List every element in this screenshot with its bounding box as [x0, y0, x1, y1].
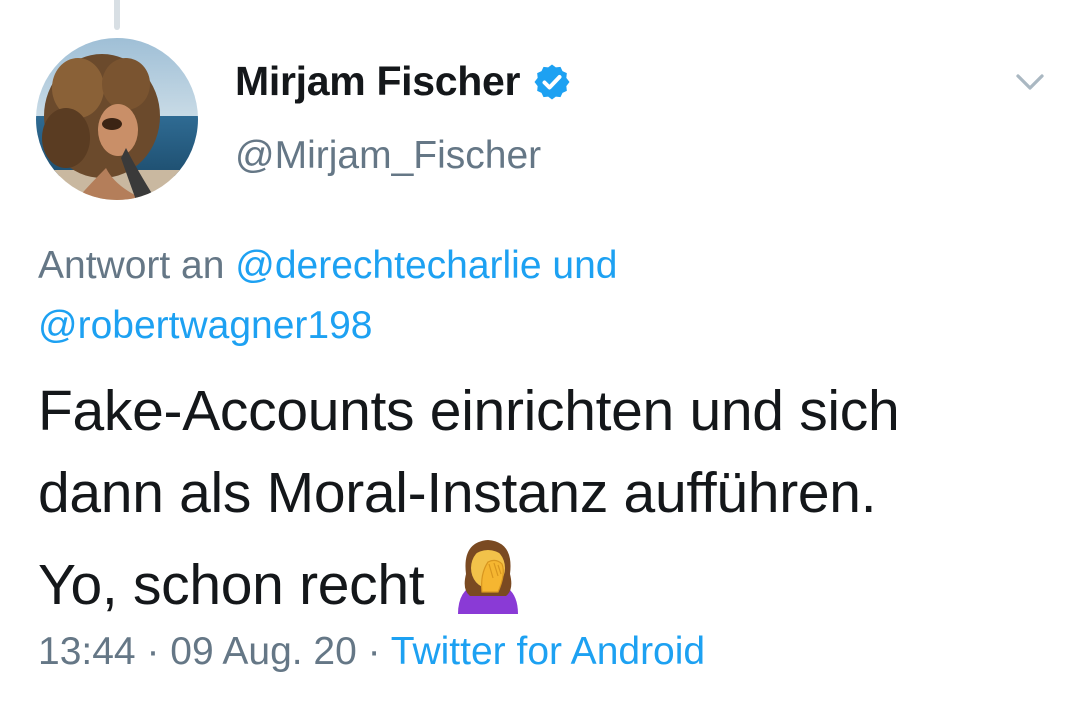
tweet-line-2: dann als Moral-Instanz aufführen. — [38, 461, 877, 525]
chevron-down-icon[interactable] — [1012, 64, 1048, 100]
tweet-line-3: Yo, schon recht — [38, 553, 425, 617]
tweet-time: 13:44 — [38, 630, 136, 673]
tweet-card: Mirjam Fischer @Mirjam_Fischer Antwort a… — [0, 0, 1080, 717]
meta-separator: · — [146, 630, 160, 673]
facepalm-woman-icon — [457, 540, 518, 614]
meta-separator: · — [367, 630, 381, 673]
author-name-row[interactable]: Mirjam Fischer — [235, 58, 572, 105]
avatar[interactable] — [36, 38, 198, 200]
verified-badge-icon — [534, 64, 570, 99]
user-handle[interactable]: @Mirjam_Fischer — [235, 134, 541, 178]
display-name[interactable]: Mirjam Fischer — [235, 58, 520, 105]
tweet-line-1: Fake-Accounts einrichten und sich — [38, 379, 900, 443]
reply-conjunction: und — [552, 244, 618, 287]
reply-mention-derechtecharlie[interactable]: @derechtecharlie — [235, 244, 541, 287]
reply-mention-robertwagner198[interactable]: @robertwagner198 — [38, 304, 372, 347]
reply-context: Antwort an @derechtecharlie und @robertw… — [38, 236, 938, 356]
tweet-meta: 13:44 · 09 Aug. 20 · Twitter for Android — [38, 630, 705, 674]
tweet-source-link[interactable]: Twitter for Android — [391, 630, 705, 673]
thread-connector-line — [114, 0, 120, 30]
reply-prefix: Antwort an — [38, 244, 225, 287]
avatar-photo — [36, 38, 198, 200]
tweet-text: Fake-Accounts einrichten und sich dann a… — [38, 370, 1048, 626]
tweet-date: 09 Aug. 20 — [170, 630, 357, 673]
